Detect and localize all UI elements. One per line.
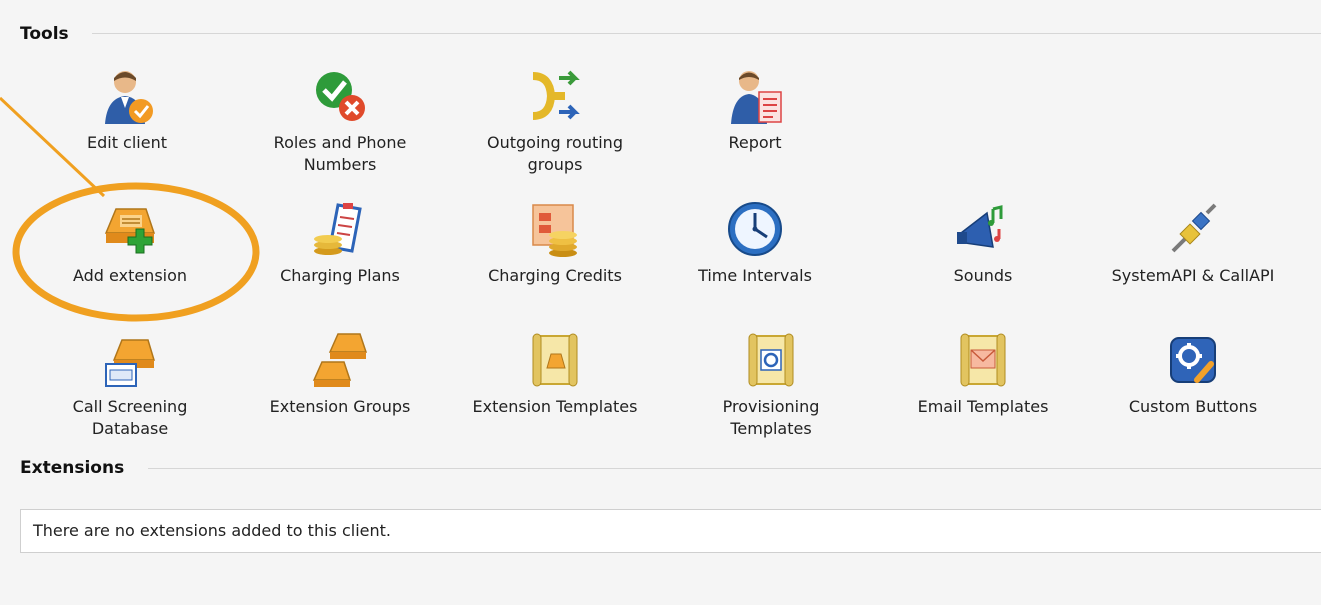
scroll-envelope-icon [960,333,1006,387]
tool-charging-plans[interactable]: Charging Plans [255,199,425,287]
extensions-list: There are no extensions added to this cl… [20,509,1321,553]
plug-icon [1171,203,1217,253]
tool-call-screening-database[interactable]: Call Screening Database [45,330,215,440]
tool-label: SystemAPI & CallAPI [1111,266,1275,285]
phone-group-icon [312,333,368,387]
tool-label: Add extension [72,266,188,285]
megaphone-icon [957,205,1003,248]
phone-plus-icon [104,208,156,254]
tool-roles-and-phone-numbers[interactable]: Roles and Phone Numbers [255,66,425,176]
tools-section-divider [92,33,1321,34]
tool-label: Edit client [86,133,167,152]
tool-systemapi-callapi[interactable]: SystemAPI & CallAPI [1108,199,1278,287]
tool-label: Provisioning Templates [722,397,820,438]
tool-email-templates[interactable]: Email Templates [898,330,1068,418]
tool-label: Report [728,133,782,152]
tool-label: Call Screening Database [72,397,188,438]
extensions-section-title: Extensions [20,458,125,478]
tool-label: Sounds [953,266,1013,285]
coins-clipboard-icon [314,203,362,255]
tool-label: Extension Templates [472,397,638,416]
scroll-phone-icon [532,333,578,387]
tool-extension-templates[interactable]: Extension Templates [470,330,640,418]
tools-section-title: Tools [20,24,69,44]
coins-card-icon [532,204,577,257]
tool-add-extension[interactable]: Add extension [45,199,215,287]
scroll-gear-icon [748,333,794,387]
gear-wrench-icon [1170,337,1216,383]
tool-label: Custom Buttons [1128,397,1258,416]
tool-label: Time Intervals [698,266,812,285]
tool-label: Outgoing routing groups [487,133,623,174]
tool-outgoing-routing-groups[interactable]: Outgoing routing groups [470,66,640,176]
check-cross-icon [316,72,365,121]
tool-label: Roles and Phone Numbers [273,133,407,174]
tool-report[interactable]: Report [670,66,840,154]
user-report-icon [731,71,782,124]
user-check-icon [105,71,153,124]
tool-charging-credits[interactable]: Charging Credits [470,199,640,287]
extensions-section-divider [148,468,1321,469]
clock-icon [728,202,782,256]
tool-time-intervals[interactable]: Time Intervals [670,199,840,287]
tool-label: Charging Credits [488,266,622,285]
tool-sounds[interactable]: Sounds [898,199,1068,287]
tool-label: Extension Groups [269,397,411,416]
tool-extension-groups[interactable]: Extension Groups [255,330,425,418]
tool-custom-buttons[interactable]: Custom Buttons [1108,330,1278,418]
tool-edit-client[interactable]: Edit client [42,66,212,154]
empty-extensions-message: There are no extensions added to this cl… [33,521,391,540]
tool-label: Email Templates [917,397,1049,416]
routing-arrows-icon [532,70,580,120]
tool-provisioning-templates[interactable]: Provisioning Templates [686,330,856,440]
tool-label: Charging Plans [280,266,400,285]
phone-database-icon [105,339,156,387]
